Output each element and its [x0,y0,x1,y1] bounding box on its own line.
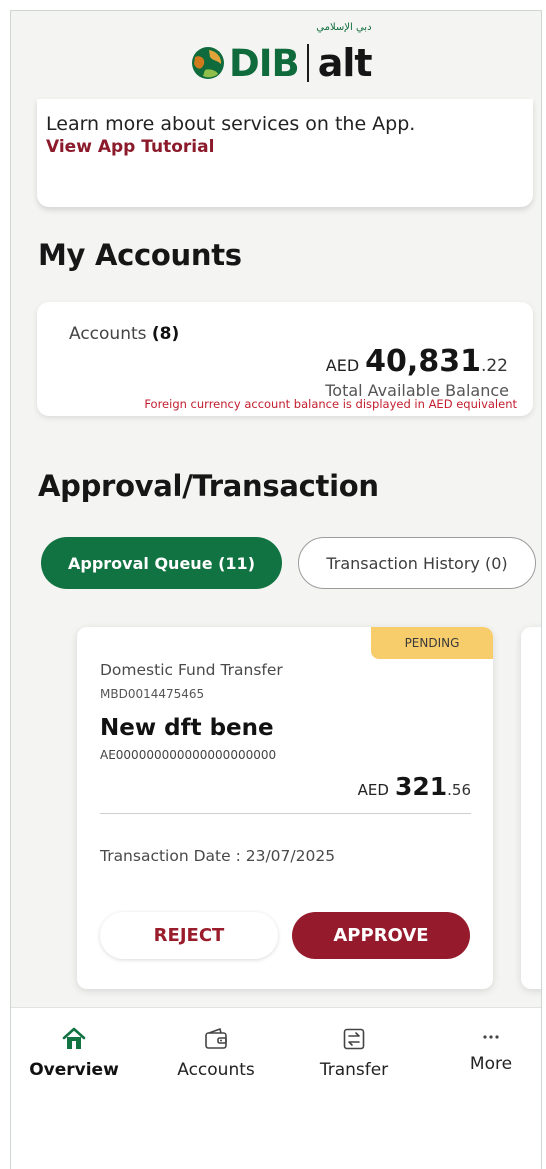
next-transaction-card[interactable] [521,627,541,989]
balance-main: 40,831 [365,344,481,379]
tab-approval-queue[interactable]: Approval Queue (11) [41,537,282,589]
beneficiary-iban: AE000000000000000000000 [100,748,277,762]
nav-item-overview[interactable]: Overview [19,1026,129,1080]
brand-logo-arabic: دبي الإسلامي [316,22,372,33]
transaction-type: Domestic Fund Transfer [100,661,283,679]
beneficiary-name: New dft bene [100,715,274,741]
reject-button[interactable]: REJECT [100,912,278,959]
brand-logo-dib: DIB [229,41,300,85]
balance-decimal: .22 [480,356,508,376]
brand-logo: DIB دبي الإسلامي alt [191,22,373,93]
nav-label-more: More [469,1054,513,1074]
transfer-icon [343,1028,365,1050]
nav-label-transfer: Transfer [319,1060,389,1080]
globe-logo-icon [192,47,224,79]
card-divider [100,813,471,814]
foreign-currency-note: Foreign currency account balance is disp… [144,397,517,411]
tutorial-text: Learn more about services on the App. [46,113,416,135]
tutorial-card: Learn more about services on the App. Vi… [37,99,533,207]
approve-button[interactable]: APPROVE [292,912,470,959]
nav-label-accounts: Accounts [177,1060,255,1080]
my-accounts-title: My Accounts [38,238,242,272]
transaction-amount: AED 321 .56 [358,772,471,801]
nav-item-more[interactable]: More [436,1026,541,1074]
amount-currency: AED [357,781,389,799]
accounts-label: Accounts (8) [69,324,179,344]
total-balance: AED 40,831 .22 [326,344,508,379]
more-dots-icon [483,1035,499,1039]
brand-logo-alt: alt [317,41,373,85]
tab-transaction-history[interactable]: Transaction History (0) [298,537,536,589]
accounts-label-text: Accounts [69,324,147,344]
transaction-card[interactable]: PENDING Domestic Fund Transfer MBD001447… [77,627,493,989]
view-app-tutorial-link[interactable]: View App Tutorial [46,137,214,157]
status-badge: PENDING [371,627,493,659]
approval-transaction-title: Approval/Transaction [38,469,379,503]
transaction-reference: MBD0014475465 [100,687,205,701]
accounts-summary-card[interactable]: Accounts (8) AED 40,831 .22 Total Availa… [37,302,533,416]
amount-main: 321 [394,772,448,801]
app-header: DIB دبي الإسلامي alt [11,11,541,111]
app-screen: DIB دبي الإسلامي alt Learn more about se… [10,10,542,1169]
transaction-date: Transaction Date : 23/07/2025 [100,847,336,865]
nav-label-overview: Overview [29,1060,119,1080]
nav-item-transfer[interactable]: Transfer [299,1026,409,1080]
accounts-count: (8) [151,324,180,344]
logo-divider [306,44,309,82]
home-icon [62,1027,86,1049]
amount-decimal: .56 [447,781,471,799]
wallet-icon [205,1028,227,1049]
bottom-nav: Overview Accounts Transfer More [11,1007,541,1169]
nav-item-accounts[interactable]: Accounts [161,1026,271,1080]
balance-currency: AED [325,356,360,375]
